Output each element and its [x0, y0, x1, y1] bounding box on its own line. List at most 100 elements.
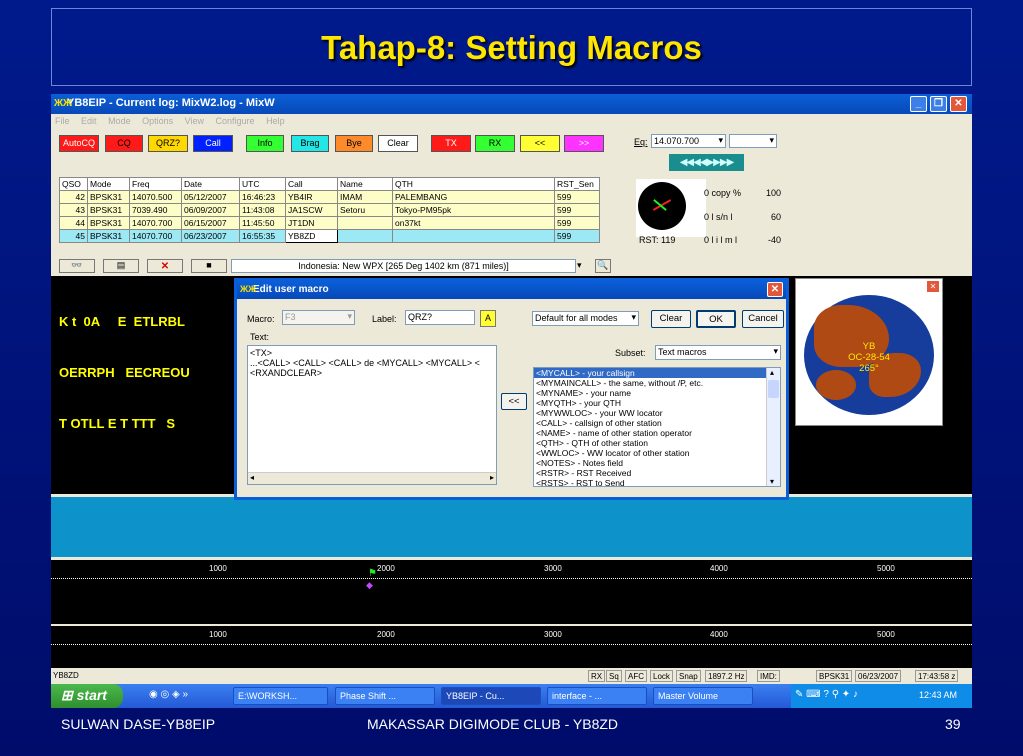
col-freq[interactable]: Freq — [129, 177, 182, 191]
label-color-button[interactable]: A — [480, 310, 496, 327]
task-mixw[interactable]: YB8EIP - Cu... — [441, 687, 541, 705]
list-item[interactable]: <MYMAINCALL> - the same, without /P, etc… — [534, 378, 780, 388]
scroll-right-icon[interactable]: ▸ — [490, 473, 494, 483]
menu-help[interactable]: Help — [266, 116, 285, 126]
list-item[interactable]: <MYNAME> - your name — [534, 388, 780, 398]
status-rx[interactable]: RX — [588, 670, 606, 682]
col-mode[interactable]: Mode — [87, 177, 130, 191]
list-item[interactable]: <MYWWLOC> - your WW locator — [534, 408, 780, 418]
list-item[interactable]: <RSTS> - RST to Send — [534, 478, 780, 486]
list-item[interactable]: <RSTR> - RST Received — [534, 468, 780, 478]
tx-marker-icon[interactable]: ◆ — [366, 580, 373, 591]
status-afc[interactable]: AFC — [625, 670, 647, 682]
table-row[interactable]: 42 BPSK31 14070.500 05/12/2007 16:46:23 … — [59, 190, 600, 204]
list-item[interactable]: <MYQTH> - your QTH — [534, 398, 780, 408]
close-button[interactable]: ✕ — [950, 96, 967, 112]
globe-close-icon[interactable]: ✕ — [927, 281, 939, 292]
menu-edit[interactable]: Edit — [81, 116, 97, 126]
cell-call[interactable]: YB8ZD — [285, 229, 338, 243]
delete-icon[interactable]: ✕ — [147, 259, 183, 273]
task-phase-shift[interactable]: Phase Shift ... — [335, 687, 435, 705]
col-name[interactable]: Name — [337, 177, 393, 191]
menu-mode[interactable]: Mode — [108, 116, 131, 126]
spectrum-ruler[interactable]: 1000 2000 3000 4000 5000 — [51, 626, 972, 668]
rx-marker-icon[interactable]: ⚑ — [368, 568, 377, 579]
edit-record-icon[interactable]: ▤ — [103, 259, 139, 273]
tray-icons[interactable]: ✎ ⌨ ? ⚲ ✦ ♪ — [795, 689, 858, 700]
menu-configure[interactable]: Configure — [216, 116, 255, 126]
status-mode[interactable]: BPSK31 — [816, 670, 853, 682]
butterfly-icon: ЖЖ — [54, 98, 73, 109]
scroll-thumb[interactable] — [768, 380, 779, 398]
restore-button[interactable]: ❐ — [930, 96, 947, 112]
task-explorer[interactable]: E:\WORKSH... — [233, 687, 328, 705]
chevron-down-icon[interactable]: ▾ — [577, 260, 589, 272]
col-qso[interactable]: QSO — [59, 177, 88, 191]
scroll-down-icon[interactable]: ▾ — [770, 477, 774, 486]
status-snap[interactable]: Snap — [676, 670, 701, 682]
autocq-button[interactable]: AutoCQ — [59, 135, 99, 152]
search-icon[interactable]: 🔍 — [595, 259, 611, 273]
vertical-scrollbar[interactable]: ▴ ▾ — [766, 368, 780, 486]
bye-button[interactable]: Bye — [335, 135, 373, 152]
macro-list[interactable]: <MYCALL> - your callsign <MYMAINCALL> - … — [533, 367, 781, 487]
macro-text-area[interactable]: <TX> ...<CALL> <CALL> <CALL> de <MYCALL>… — [247, 345, 497, 485]
menu-file[interactable]: File — [55, 116, 70, 126]
window-titlebar[interactable]: ЖЖ YB8EIP - Current log: MixW2.log - Mix… — [51, 94, 972, 114]
start-button[interactable]: ⊞ start — [51, 684, 123, 708]
tx-button[interactable]: TX — [431, 135, 471, 152]
list-item[interactable]: <QTH> - QTH of other station — [534, 438, 780, 448]
list-item-selected[interactable]: <MYCALL> - your callsign — [534, 368, 780, 378]
brag-button[interactable]: Brag — [291, 135, 329, 152]
prev-button[interactable]: << — [520, 135, 560, 152]
minimize-button[interactable]: _ — [910, 96, 927, 112]
cancel-button[interactable]: Cancel — [742, 310, 784, 328]
insert-macro-button[interactable]: << — [501, 393, 527, 410]
menu-view[interactable]: View — [185, 116, 204, 126]
scroll-up-icon[interactable]: ▴ — [770, 368, 774, 377]
freq-select[interactable]: 14.070.700 ▾ — [651, 134, 726, 148]
table-row-selected[interactable]: 45 BPSK31 14070.700 06/23/2007 16:55:35 … — [59, 229, 600, 243]
label-input[interactable]: QRZ? — [405, 310, 475, 325]
task-interface[interactable]: interface - ... — [547, 687, 647, 705]
dialog-titlebar[interactable]: ЖЖ Edit user macro ✕ — [237, 281, 786, 299]
list-item[interactable]: <NAME> - name of other station operator — [534, 428, 780, 438]
waterfall-ruler[interactable]: 1000 2000 3000 4000 5000 ⚑ ◆ — [51, 560, 972, 624]
list-item[interactable]: <NOTES> - Notes field — [534, 458, 780, 468]
tune-arrows-button[interactable]: ◀◀◀◀▶▶▶▶ — [669, 154, 744, 171]
next-button[interactable]: >> — [564, 135, 604, 152]
horizontal-scrollbar[interactable]: ◂ ▸ — [248, 472, 496, 484]
list-item[interactable]: <CALL> - callsign of other station — [534, 418, 780, 428]
ok-button[interactable]: OK — [696, 310, 736, 328]
save-icon[interactable]: ■ — [191, 259, 227, 273]
col-date[interactable]: Date — [181, 177, 240, 191]
qrz-button[interactable]: QRZ? — [148, 135, 188, 152]
col-call[interactable]: Call — [285, 177, 338, 191]
dialog-close-button[interactable]: ✕ — [767, 282, 783, 297]
scroll-left-icon[interactable]: ◂ — [250, 473, 254, 483]
task-master-volume[interactable]: Master Volume — [653, 687, 753, 705]
tx-text-window[interactable] — [51, 497, 972, 557]
rx-button[interactable]: RX — [475, 135, 515, 152]
quicklaunch-icons[interactable]: ◉ ◎ ◈ » — [149, 689, 188, 700]
dialog-clear-button[interactable]: Clear — [651, 310, 691, 328]
freq-select-2[interactable]: ▾ — [729, 134, 777, 148]
clear-button[interactable]: Clear — [378, 135, 418, 152]
col-utc[interactable]: UTC — [239, 177, 286, 191]
macro-select[interactable]: F3 ▾ — [282, 310, 355, 325]
subset-select[interactable]: Text macros ▾ — [655, 345, 781, 360]
status-sq[interactable]: Sq — [606, 670, 622, 682]
col-rst[interactable]: RST_Sen — [554, 177, 600, 191]
table-row[interactable]: 44 BPSK31 14070.700 06/15/2007 11:45:50 … — [59, 216, 600, 230]
call-button[interactable]: Call — [193, 135, 233, 152]
list-item[interactable]: <WWLOC> - WW locator of other station — [534, 448, 780, 458]
status-call: YB8ZD — [53, 671, 79, 680]
status-lock[interactable]: Lock — [650, 670, 673, 682]
col-qth[interactable]: QTH — [392, 177, 555, 191]
menu-options[interactable]: Options — [142, 116, 173, 126]
mode-select[interactable]: Default for all modes ▾ — [532, 311, 639, 326]
glasses-icon[interactable]: 👓 — [59, 259, 95, 273]
info-button[interactable]: Info — [246, 135, 284, 152]
cq-button[interactable]: CQ — [105, 135, 143, 152]
table-row[interactable]: 43 BPSK31 7039.490 06/09/2007 11:43:08 J… — [59, 203, 600, 217]
